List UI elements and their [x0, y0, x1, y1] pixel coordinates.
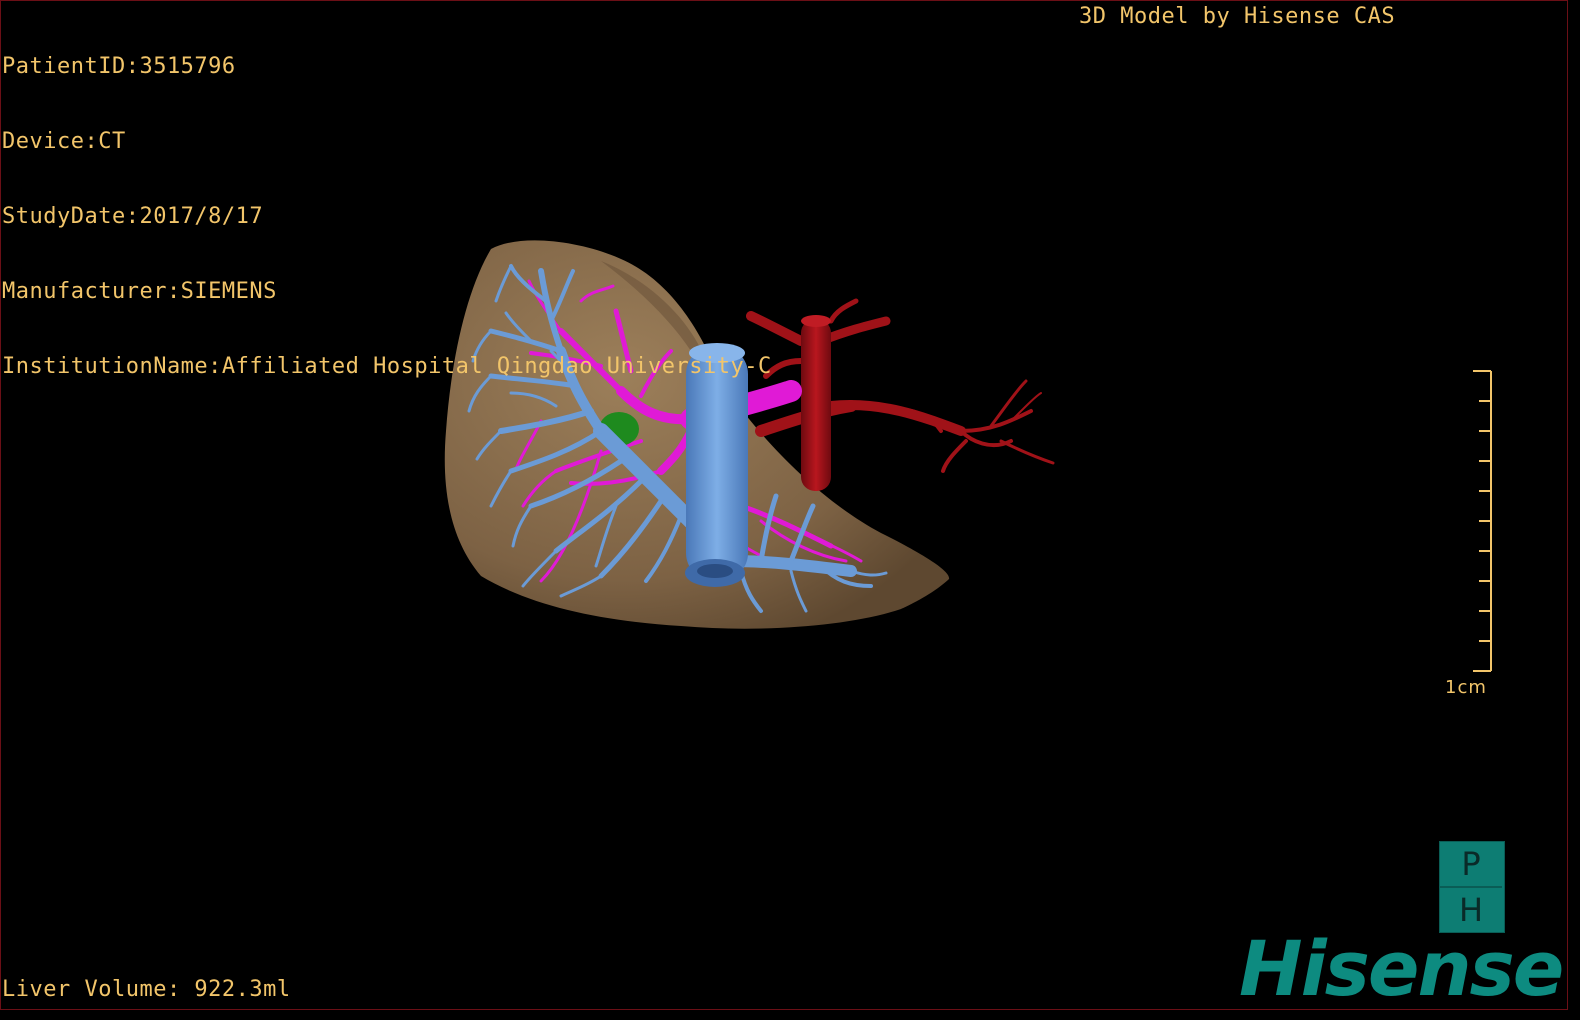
- model-credit: 3D Model by Hisense CAS: [1079, 4, 1396, 29]
- 3d-viewport[interactable]: PatientID:3515796 Device:CT StudyDate:20…: [0, 0, 1568, 1010]
- study-date: StudyDate:2017/8/17: [2, 204, 264, 229]
- scale-bar: [1473, 370, 1492, 672]
- aorta: [801, 319, 831, 491]
- patient-id: PatientID:3515796: [2, 54, 236, 79]
- brand-logo: Hisense: [1239, 924, 1564, 1010]
- manufacturer: Manufacturer:SIEMENS: [2, 279, 277, 304]
- ph-logo-top: P: [1440, 842, 1502, 888]
- ivc-lumen: [697, 564, 733, 578]
- liver-volume: Liver Volume: 922.3ml: [2, 977, 291, 1002]
- institution-name: InstitutionName:Affiliated Hospital Qing…: [2, 354, 772, 379]
- scale-label: 1cm: [1445, 677, 1487, 698]
- patient-info-panel: PatientID:3515796 Device:CT StudyDate:20…: [2, 4, 772, 429]
- device: Device:CT: [2, 129, 126, 154]
- ph-logo: P H: [1439, 841, 1505, 933]
- aorta-top: [801, 315, 831, 327]
